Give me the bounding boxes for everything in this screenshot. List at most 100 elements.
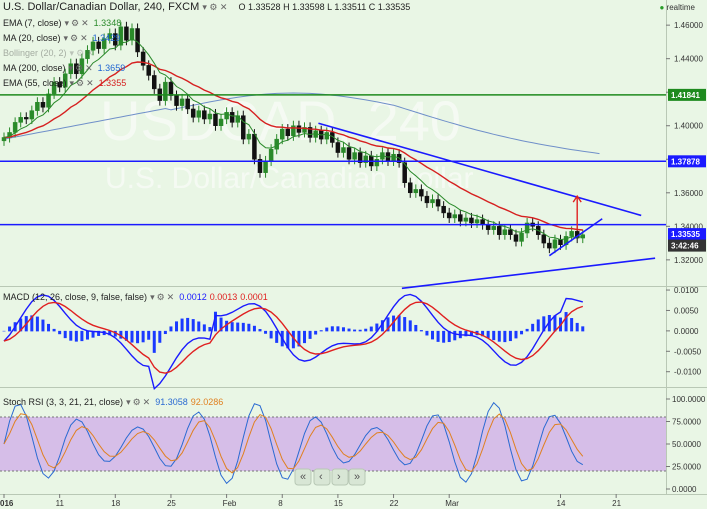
- stoch-tick-label: 25.0000: [672, 463, 701, 472]
- macd-legend-label: MACD (12, 26, close, 9, false, false): [3, 292, 148, 302]
- legend-label: EMA (7, close): [3, 18, 62, 28]
- time-tick-label: 8: [278, 499, 283, 508]
- macd-hist-bar: [186, 317, 190, 332]
- price-legend-row[interactable]: EMA (7, close) ▾⚙✕ 1.3348: [3, 16, 126, 31]
- macd-hist-bar: [581, 326, 585, 332]
- price-tick-label: 1.46000: [674, 21, 703, 30]
- legend-controls-icon: ▾⚙✕: [68, 63, 95, 73]
- time-tick-label: Feb: [223, 499, 237, 508]
- macd-hist-bar: [158, 330, 162, 343]
- macd-hist-bar: [347, 328, 351, 332]
- stoch-tick-label: 50.0000: [672, 440, 701, 449]
- candle-body: [458, 214, 463, 222]
- macd-hist-bar: [520, 330, 524, 335]
- candle-body: [224, 112, 229, 120]
- macd-hist-bar: [258, 329, 262, 332]
- macd-hist-bar: [241, 322, 245, 332]
- stoch-overbought-oversold-band: [0, 417, 666, 471]
- header-icons[interactable]: ▾ ⚙ ✕: [202, 2, 227, 12]
- price-legend-row[interactable]: MA (20, close) ▾⚙✕ 1.3429: [3, 31, 126, 46]
- macd-hist-bar: [314, 330, 318, 335]
- macd-hist-bar: [169, 326, 173, 332]
- candle-body: [280, 128, 285, 140]
- time-tick-label: 25: [167, 499, 176, 508]
- price-legend-row[interactable]: EMA (55, close) ▾⚙✕ 1.3355: [3, 76, 126, 91]
- candle-body: [513, 234, 519, 242]
- macd-hist-bar: [63, 330, 67, 339]
- macd-tick-label: 0.0100: [674, 286, 699, 295]
- candle-body: [391, 153, 396, 162]
- candle-body: [241, 115, 246, 140]
- macd-hist-bar: [69, 330, 73, 341]
- macd-hist-bar: [308, 330, 312, 339]
- macd-hist-bar: [431, 330, 435, 340]
- candle-body: [519, 232, 524, 242]
- scroll-button-glyph-icon: »: [354, 471, 360, 483]
- price-legend-row[interactable]: MA (200, close) ▾⚙✕ 1.3659: [3, 61, 126, 76]
- macd-hist-bar: [252, 325, 256, 332]
- candle-body: [24, 117, 29, 120]
- legend-controls-icon: ▾⚙✕: [69, 78, 96, 88]
- macd-hist-bar: [436, 330, 440, 342]
- ohlc-low: 1.33511: [334, 2, 367, 12]
- candle-body: [152, 75, 157, 90]
- legend-controls-icon: ▾⚙✕: [63, 33, 90, 43]
- macd-hist-bar: [85, 330, 89, 340]
- legend-controls-icon: ▾⚙✕: [150, 292, 177, 302]
- macd-hist-bar: [369, 326, 373, 332]
- candle-body: [541, 234, 547, 244]
- macd-hist-bar: [514, 330, 518, 339]
- macd-hist-bar: [74, 330, 78, 342]
- candle-body: [190, 108, 196, 118]
- macd-hist-bar: [35, 316, 39, 332]
- candle-body: [252, 133, 257, 160]
- ohlc-readout: O 1.33528 H 1.33598 L 1.33511 C 1.33535: [238, 2, 411, 12]
- stoch-legend-value: 91.3058: [155, 397, 188, 407]
- candle-body: [435, 199, 441, 207]
- macd-hist-bar: [536, 319, 540, 332]
- legend-controls-icon: ▾⚙✕: [126, 397, 153, 407]
- legend-value: 1.3659: [97, 63, 126, 73]
- time-tick-label: 11: [56, 499, 65, 508]
- legend-label: MA (20, close): [3, 33, 61, 43]
- candle-body: [485, 224, 491, 230]
- stoch-tick-label: 0.0000: [672, 485, 697, 494]
- price-label-text: 3:42:46: [671, 242, 699, 251]
- candle-body: [452, 214, 458, 219]
- candle-body: [335, 142, 341, 153]
- macd-hist-bar: [570, 318, 574, 332]
- macd-hist-bar: [353, 329, 357, 332]
- legend-value: 1.3348: [93, 18, 122, 28]
- macd-legend: MACD (12, 26, close, 9, false, false) ▾⚙✕…: [3, 290, 268, 305]
- macd-hist-bar: [425, 330, 429, 336]
- legend-label: Bollinger (20, 2): [3, 48, 67, 58]
- candle-body: [463, 217, 469, 222]
- macd-legend-value: 0.0012: [179, 292, 207, 302]
- macd-hist-bar: [303, 330, 307, 344]
- candle-body: [12, 122, 18, 133]
- macd-hist-bar: [330, 326, 334, 332]
- macd-hist-bar: [202, 324, 206, 332]
- candle-body: [135, 28, 140, 53]
- candle-body: [508, 229, 513, 235]
- macd-hist-bar: [175, 321, 179, 332]
- candle-body: [413, 189, 419, 194]
- time-tick-label: 21: [612, 499, 621, 508]
- macd-hist-bar: [503, 330, 507, 343]
- macd-hist-bar: [163, 330, 167, 335]
- legend-controls-icon: ▾⚙✕: [69, 48, 96, 58]
- macd-tick-label: -0.0100: [674, 368, 702, 377]
- candle-body: [202, 110, 207, 120]
- chart-stage: USDCAD, 240 U.S. Dollar/Canadian Dollar 1.…: [0, 0, 707, 509]
- macd-hist-bar: [180, 318, 184, 332]
- price-legend-row[interactable]: Bollinger (20, 2) ▾⚙✕: [3, 46, 126, 61]
- candle-body: [352, 152, 357, 160]
- stoch-legend-value: 92.0286: [190, 397, 224, 407]
- macd-hist-bar: [403, 317, 407, 332]
- macd-hist-bar: [364, 328, 368, 332]
- candle-body: [40, 102, 46, 108]
- macd-hist-bar: [525, 328, 529, 332]
- candle-body: [374, 159, 380, 167]
- candle-body: [441, 205, 446, 214]
- macd-legend-value: 0.0013: [209, 292, 238, 302]
